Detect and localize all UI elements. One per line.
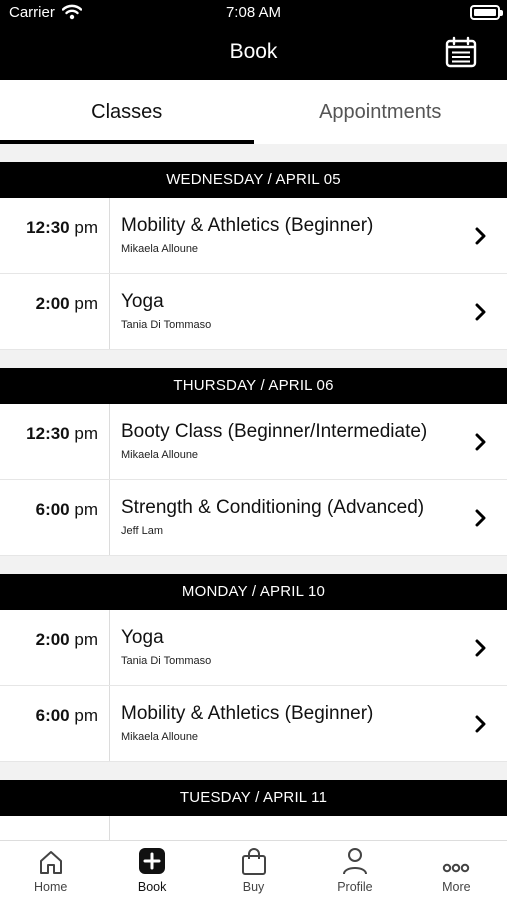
class-schedule-list[interactable]: WEDNESDAY / APRIL 05 12:30 pm Mobility &… (0, 144, 507, 840)
instructor-name: Tania Di Tommaso (121, 319, 212, 331)
tab-more[interactable]: More (406, 841, 507, 900)
class-name: Booty Class (Beginner/Intermediate) (121, 421, 428, 442)
class-name: Yoga (121, 627, 164, 648)
person-icon (304, 841, 405, 875)
status-bar: Carrier 7:08 AM (0, 0, 507, 26)
day-header: THURSDAY / APRIL 06 (0, 368, 507, 404)
chevron-right-icon (475, 227, 487, 250)
class-time: 12:30 pm (0, 198, 110, 273)
class-row[interactable]: 12:30 pm Booty Class (Beginner/Intermedi… (0, 404, 507, 480)
tab-buy[interactable]: Buy (203, 841, 304, 900)
tab-label: Buy (242, 880, 265, 894)
day-header: TUESDAY / APRIL 11 (0, 780, 507, 816)
top-bar: Carrier 7:08 AM Book (0, 0, 507, 80)
home-icon (0, 841, 101, 875)
shopping-bag-icon (203, 841, 304, 875)
class-time: 2:00 pm (0, 610, 110, 685)
instructor-name: Mikaela Alloune (121, 731, 199, 743)
class-name: Yoga (121, 291, 164, 312)
tab-home[interactable]: Home (0, 841, 101, 900)
bottom-tab-bar: Home Book Buy Profile More (0, 840, 507, 900)
chevron-right-icon (475, 639, 487, 662)
page-title: Book (229, 40, 278, 63)
segment-tabs: Classes Appointments (0, 80, 507, 144)
tab-appointments[interactable]: Appointments (254, 80, 507, 144)
tab-classes[interactable]: Classes (0, 80, 254, 144)
ellipsis-icon (406, 841, 507, 875)
day-header: MONDAY / APRIL 10 (0, 574, 507, 610)
class-time: 6:00 pm (0, 686, 110, 761)
class-time: 6:00 pm (0, 480, 110, 555)
class-name: Mobility & Athletics (Beginner) (121, 703, 374, 724)
tab-label: Home (34, 880, 68, 894)
class-row[interactable]: 2:00 pm Yoga Tania Di Tommaso (0, 610, 507, 686)
chevron-right-icon (475, 509, 487, 532)
tab-book[interactable]: Book (101, 841, 202, 900)
tab-label: Book (137, 880, 167, 894)
chevron-right-icon (475, 303, 487, 326)
status-time: 7:08 AM (225, 4, 282, 21)
tab-label: Profile (337, 880, 373, 894)
instructor-name: Mikaela Alloune (121, 449, 199, 461)
class-row[interactable]: 6:00 pm Strength & Conditioning (Advance… (0, 480, 507, 556)
calendar-icon[interactable] (445, 36, 477, 68)
class-row[interactable]: 6:00 pm Mobility & Athletics (Beginner) … (0, 686, 507, 762)
class-row[interactable] (0, 816, 507, 840)
class-time: 12:30 pm (0, 404, 110, 479)
instructor-name: Jeff Lam (121, 525, 163, 537)
tab-profile[interactable]: Profile (304, 841, 405, 900)
class-row[interactable]: 2:00 pm Yoga Tania Di Tommaso (0, 274, 507, 350)
plus-box-icon (101, 841, 202, 875)
class-name: Strength & Conditioning (Advanced) (121, 497, 425, 518)
class-time: 2:00 pm (0, 274, 110, 349)
chevron-right-icon (475, 433, 487, 456)
instructor-name: Tania Di Tommaso (121, 655, 212, 667)
class-name: Mobility & Athletics (Beginner) (121, 215, 374, 236)
tab-label: More (442, 880, 471, 894)
class-row[interactable]: 12:30 pm Mobility & Athletics (Beginner)… (0, 198, 507, 274)
chevron-right-icon (475, 715, 487, 738)
instructor-name: Mikaela Alloune (121, 243, 199, 255)
day-header: WEDNESDAY / APRIL 05 (0, 162, 507, 198)
battery-icon (470, 5, 503, 20)
